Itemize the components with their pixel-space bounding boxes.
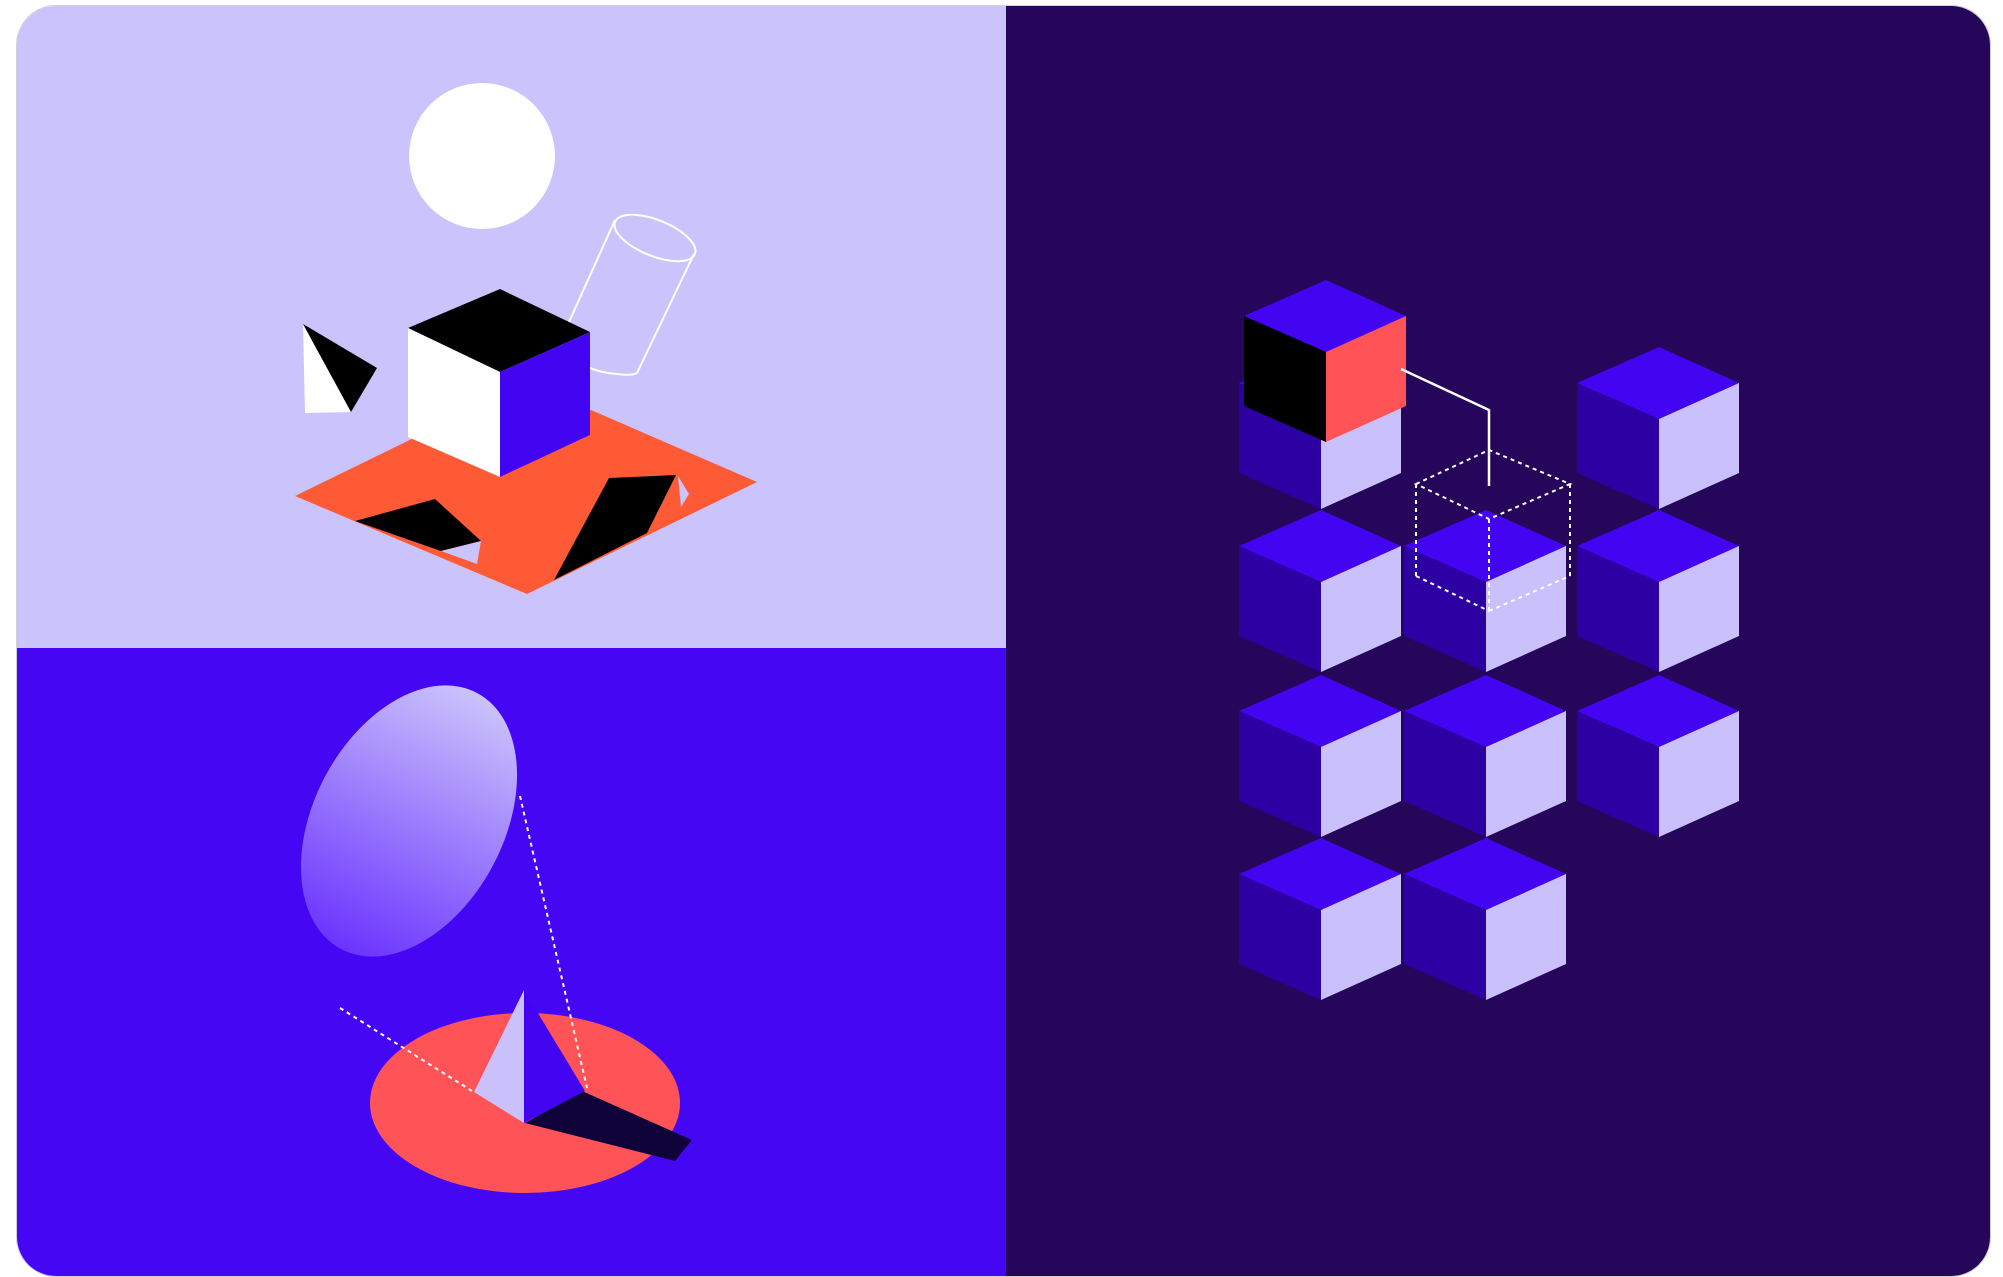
- illustration-canvas: [0, 0, 2003, 1277]
- sphere-icon: [409, 83, 555, 229]
- illustration-card: [16, 5, 1991, 1277]
- cube-grid-icon: [1006, 6, 1990, 1276]
- bottom-left-panel: [17, 648, 1006, 1276]
- bottom-left-scene-svg: [17, 648, 1006, 1276]
- top-left-panel: [17, 6, 1006, 648]
- top-left-scene-svg: [17, 6, 1006, 648]
- right-panel: [1006, 6, 1990, 1276]
